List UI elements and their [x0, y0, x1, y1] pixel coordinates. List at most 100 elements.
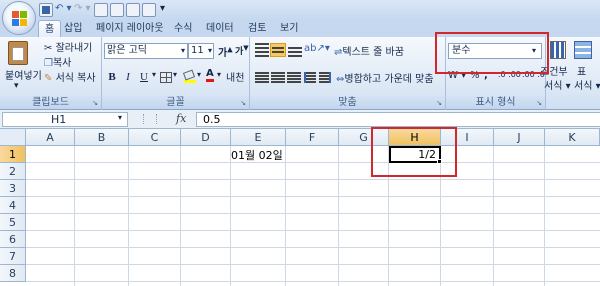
decrease-indent-icon[interactable] — [304, 72, 316, 83]
copy-button[interactable]: ❐복사 — [44, 54, 71, 69]
phonetic-icon[interactable]: 내천 — [226, 69, 244, 84]
column-header-a[interactable]: A — [26, 129, 75, 146]
fill-color-icon[interactable] — [182, 69, 196, 83]
row-header-4[interactable]: 4 — [0, 197, 26, 214]
fill-color-dropdown-icon[interactable]: ▾ — [197, 70, 201, 79]
column-header-e[interactable]: E — [231, 129, 286, 146]
row-header-3[interactable]: 3 — [0, 180, 26, 197]
column-header-c[interactable]: C — [129, 129, 181, 146]
formula-input[interactable]: 0.5 — [196, 112, 600, 127]
column-header-k[interactable]: K — [545, 129, 600, 146]
gridline — [180, 146, 181, 286]
conditional-format-icon[interactable] — [550, 41, 566, 59]
office-button[interactable] — [2, 1, 36, 35]
gridline — [128, 146, 129, 286]
gridline — [285, 146, 286, 286]
gridline — [74, 146, 75, 286]
quick-print-icon[interactable] — [110, 3, 124, 17]
row-header-1[interactable]: 1 — [0, 146, 26, 163]
paste-icon[interactable] — [8, 41, 28, 65]
font-group-label: 글꼴 — [102, 96, 249, 109]
grow-font-icon[interactable]: 가▲ — [218, 44, 233, 59]
number-launcher-icon[interactable]: ↘ — [536, 99, 542, 107]
select-all-corner[interactable] — [0, 129, 26, 146]
underline-dropdown-icon[interactable]: ▾ — [152, 70, 156, 79]
office-logo-icon — [12, 11, 28, 27]
row-header-8[interactable]: 8 — [0, 265, 26, 282]
cell-grid[interactable] — [26, 146, 600, 286]
paste-dropdown-icon[interactable]: ▾ — [14, 81, 19, 91]
clipboard-launcher-icon[interactable]: ↘ — [92, 99, 98, 107]
tab-insert[interactable]: 삽입 — [58, 20, 88, 37]
wrap-text-label: 텍스트 줄 바꿈 — [342, 47, 404, 58]
column-header-b[interactable]: B — [75, 129, 129, 146]
font-color-dropdown-icon[interactable]: ▾ — [217, 70, 221, 79]
orientation-icon[interactable]: ab↗▾ — [304, 43, 330, 54]
borders-dropdown-icon[interactable]: ▾ — [173, 70, 177, 79]
font-color-icon[interactable]: A — [206, 68, 214, 82]
alignment-group: ab↗▾ ⇌텍스트 줄 바꿈 ⇔병합하고 가운데 맞춤 맞춤 ↘ — [250, 37, 446, 110]
formula-bar-splitter[interactable] — [143, 114, 157, 124]
font-name-select[interactable]: 맑은 고딕 ▾ — [104, 43, 188, 59]
font-launcher-icon[interactable]: ↘ — [240, 99, 246, 107]
tab-formulas[interactable]: 수식 — [168, 20, 198, 37]
align-center-icon[interactable] — [271, 72, 285, 83]
bold-button[interactable]: B — [104, 69, 120, 84]
italic-button[interactable]: I — [120, 69, 136, 84]
column-header-f[interactable]: F — [286, 129, 339, 146]
print-icon[interactable] — [126, 3, 140, 17]
wrap-text-button[interactable]: ⇌텍스트 줄 바꿈 — [334, 43, 404, 58]
row-header-6[interactable]: 6 — [0, 231, 26, 248]
font-size-select[interactable]: 11 ▾ — [188, 43, 214, 59]
cut-button[interactable]: ✂ 잘라내기 — [44, 39, 92, 54]
gridline — [230, 146, 231, 286]
underline-button[interactable]: U — [136, 69, 152, 84]
format-painter-button[interactable]: ✎ 서식 복사 — [44, 69, 96, 84]
shrink-font-icon[interactable]: 가▼ — [235, 44, 249, 57]
copy-label: 복사 — [52, 58, 72, 69]
column-header-j[interactable]: J — [494, 129, 545, 146]
copy-icon: ❐ — [44, 58, 53, 69]
gridline — [493, 146, 494, 286]
clipboard-group: 붙여넣기 ▾ ✂ 잘라내기 ❐복사 ✎ 서식 복사 클립보드 ↘ — [0, 37, 102, 110]
increase-indent-icon[interactable] — [319, 72, 331, 83]
highlight-cell-h1 — [371, 127, 457, 177]
tab-view[interactable]: 보기 — [274, 20, 304, 37]
font-size-value: 11 — [191, 45, 204, 56]
row-header-7[interactable]: 7 — [0, 248, 26, 265]
format-as-table-icon[interactable] — [574, 41, 592, 59]
cell-e1[interactable]: 01월 02일 — [231, 147, 283, 163]
merge-center-button[interactable]: ⇔병합하고 가운데 맞춤 — [336, 70, 434, 85]
align-middle-icon[interactable] — [270, 43, 286, 57]
align-left-icon[interactable] — [255, 72, 269, 83]
row-header-2[interactable]: 2 — [0, 163, 26, 180]
align-right-icon[interactable] — [287, 72, 301, 83]
scissors-icon: ✂ — [44, 43, 53, 54]
borders-icon[interactable] — [160, 72, 172, 83]
number-group-label: 표시 형식 — [446, 96, 545, 109]
tab-data[interactable]: 데이터 — [200, 20, 240, 37]
cut-label: 잘라내기 — [55, 43, 93, 54]
name-box[interactable]: H1 — [2, 112, 128, 127]
print-preview-icon[interactable] — [94, 3, 108, 17]
redo-icon[interactable]: ↷ ▾ — [74, 3, 91, 14]
name-box-dropdown-icon[interactable]: ▾ — [118, 113, 122, 122]
undo-icon[interactable]: ↶ ▾ — [55, 3, 72, 14]
conditional-format-label-2: 서식 ▾ — [544, 81, 571, 92]
save-icon[interactable] — [39, 3, 53, 17]
column-header-d[interactable]: D — [181, 129, 231, 146]
open-icon[interactable] — [142, 3, 156, 17]
align-bottom-icon[interactable] — [288, 45, 302, 57]
insert-function-icon[interactable]: fx — [176, 112, 186, 125]
row-header-5[interactable]: 5 — [0, 214, 26, 231]
qat-customize-icon[interactable]: ▾ — [160, 3, 165, 14]
align-top-icon[interactable] — [255, 43, 269, 57]
paste-button[interactable]: 붙여넣기 — [5, 67, 42, 82]
format-as-table-button[interactable]: 표 — [577, 63, 586, 78]
alignment-group-label: 맞춤 — [250, 96, 445, 109]
gridline — [544, 146, 545, 286]
tab-page-layout[interactable]: 페이지 레이아웃 — [90, 20, 170, 37]
alignment-launcher-icon[interactable]: ↘ — [436, 99, 442, 107]
styles-group: 조건부 서식 ▾ 표 서식 ▾ — [540, 37, 600, 110]
tab-review[interactable]: 검토 — [242, 20, 272, 37]
